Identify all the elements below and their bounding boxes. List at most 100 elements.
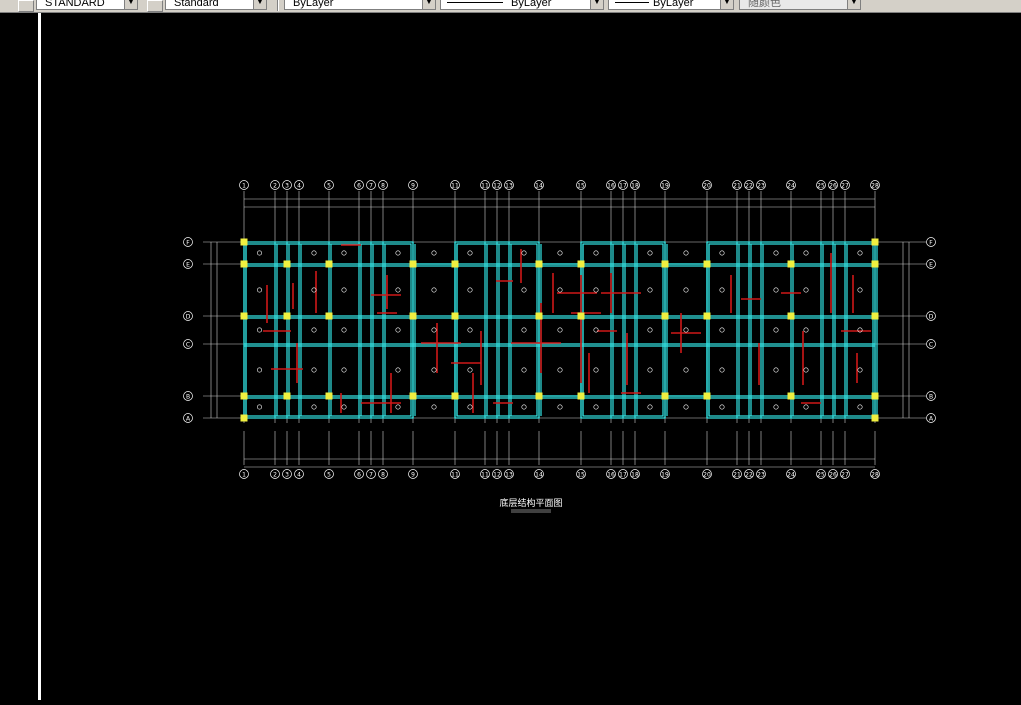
column	[325, 260, 333, 268]
axis-bubble-left: D	[183, 311, 193, 321]
axis-bubble-label: 11	[481, 183, 489, 190]
room-mark	[857, 250, 863, 256]
text-style-icon[interactable]	[18, 0, 34, 12]
axis-bubble-label: 28	[871, 183, 879, 190]
axis-bubble-label: C	[186, 342, 190, 349]
dim-style-icon[interactable]	[147, 0, 163, 12]
column	[283, 260, 291, 268]
column	[283, 392, 291, 400]
room-mark	[773, 404, 779, 410]
room-mark	[431, 367, 437, 373]
axis-bubble-top: 21	[732, 180, 742, 190]
room-mark	[311, 250, 317, 256]
chevron-down-icon[interactable]: ▼	[847, 0, 860, 9]
plotstyle-select[interactable]: 随颜色 ▼	[739, 0, 861, 10]
axis-bubble-label: 12	[493, 472, 501, 479]
axis-bubble-label: 25	[817, 472, 825, 479]
room-mark	[683, 367, 689, 373]
room-mark	[719, 287, 725, 293]
column	[871, 312, 879, 320]
axis-bubble-label: 19	[661, 183, 669, 190]
axis-bubble-label: 11	[481, 472, 489, 479]
axis-bubble-bottom: 8	[378, 469, 388, 479]
axis-bubble-top: 7	[366, 180, 376, 190]
axis-bubble-left: A	[183, 413, 193, 423]
room-mark	[341, 367, 347, 373]
column	[283, 312, 291, 320]
axis-bubble-top: 17	[618, 180, 628, 190]
room-mark	[521, 250, 527, 256]
text-style-select[interactable]: STANDARD ▼	[36, 0, 138, 10]
room-mark	[857, 404, 863, 410]
room-mark	[683, 250, 689, 256]
axis-bubble-bottom: 14	[534, 469, 544, 479]
axis-bubble-bottom: 16	[606, 469, 616, 479]
room-mark	[467, 367, 473, 373]
axis-bubble-label: F	[186, 240, 190, 247]
axis-bubble-top: 28	[870, 180, 880, 190]
room-mark	[803, 287, 809, 293]
dim-style-select[interactable]: Standard ▼	[165, 0, 267, 10]
axis-bubble-label: 1	[242, 472, 246, 479]
color-value: ByLayer	[293, 0, 334, 9]
linetype-select[interactable]: ByLayer ▼	[440, 0, 604, 10]
axis-bubble-label: 2	[273, 472, 277, 479]
axis-bubble-top: 25	[816, 180, 826, 190]
chevron-down-icon[interactable]: ▼	[720, 0, 733, 9]
axis-bubble-bottom: 27	[840, 469, 850, 479]
axis-bubble-label: 24	[787, 183, 795, 190]
axis-bubble-label: 23	[757, 472, 765, 479]
lineweight-select[interactable]: ByLayer ▼	[608, 0, 734, 10]
drawing-canvas[interactable]: 1 1 2 2 3 3 4 4 5 5 6 6 7 7 8 8 9 9 11 11 11 11 12 12 13 13 14 14 15…	[41, 13, 1021, 700]
chevron-down-icon[interactable]: ▼	[422, 0, 435, 9]
axis-bubble-bottom: 25	[816, 469, 826, 479]
axis-bubble-bottom: 17	[618, 469, 628, 479]
axis-bubble-bottom: 2	[270, 469, 280, 479]
column	[409, 260, 417, 268]
drawing-title-group: 底层结构平面图	[499, 497, 563, 513]
axis-bubble-label: 6	[357, 472, 361, 479]
axis-bubble-bottom: 24	[786, 469, 796, 479]
left-gutter	[0, 13, 38, 700]
column	[661, 312, 669, 320]
chevron-down-icon[interactable]: ▼	[253, 0, 266, 9]
axis-bubble-top: 12	[492, 180, 502, 190]
room-mark	[257, 367, 263, 373]
axis-bubble-bottom: 3	[282, 469, 292, 479]
room-mark	[311, 327, 317, 333]
room-mark	[341, 327, 347, 333]
room-mark	[719, 367, 725, 373]
linetype-value: ByLayer	[511, 0, 552, 9]
axis-bubble-left: C	[183, 339, 193, 349]
axis-bubble-label: 20	[703, 183, 711, 190]
axis-bubble-top: 3	[282, 180, 292, 190]
walls	[243, 241, 878, 419]
room-mark	[431, 287, 437, 293]
axis-bubble-bottom: 28	[870, 469, 880, 479]
axis-bubble-right: B	[926, 391, 936, 401]
corridor	[664, 263, 708, 397]
axis-bubble-label: 17	[619, 183, 627, 190]
axis-bubble-label: 28	[871, 472, 879, 479]
chevron-down-icon[interactable]: ▼	[590, 0, 603, 9]
room-mark	[773, 287, 779, 293]
room-mark	[647, 367, 653, 373]
room-mark	[257, 287, 263, 293]
column	[787, 392, 795, 400]
axis-bubble-label: 11	[451, 183, 459, 190]
room-mark	[647, 287, 653, 293]
linetype-preview	[447, 2, 503, 3]
chevron-down-icon[interactable]: ▼	[124, 0, 137, 9]
column	[240, 414, 248, 422]
axis-bubble-label: D	[929, 314, 934, 321]
room-mark	[341, 404, 347, 410]
room-mark	[803, 327, 809, 333]
axis-bubble-label: E	[929, 262, 933, 269]
plotstyle-value: 随颜色	[748, 0, 781, 9]
room-mark	[593, 367, 599, 373]
color-select[interactable]: ByLayer ▼	[284, 0, 436, 10]
axis-bubble-top: 11	[480, 180, 490, 190]
axis-bubble-label: 18	[631, 183, 639, 190]
room-mark	[521, 327, 527, 333]
axis-bubble-label: 8	[381, 472, 385, 479]
